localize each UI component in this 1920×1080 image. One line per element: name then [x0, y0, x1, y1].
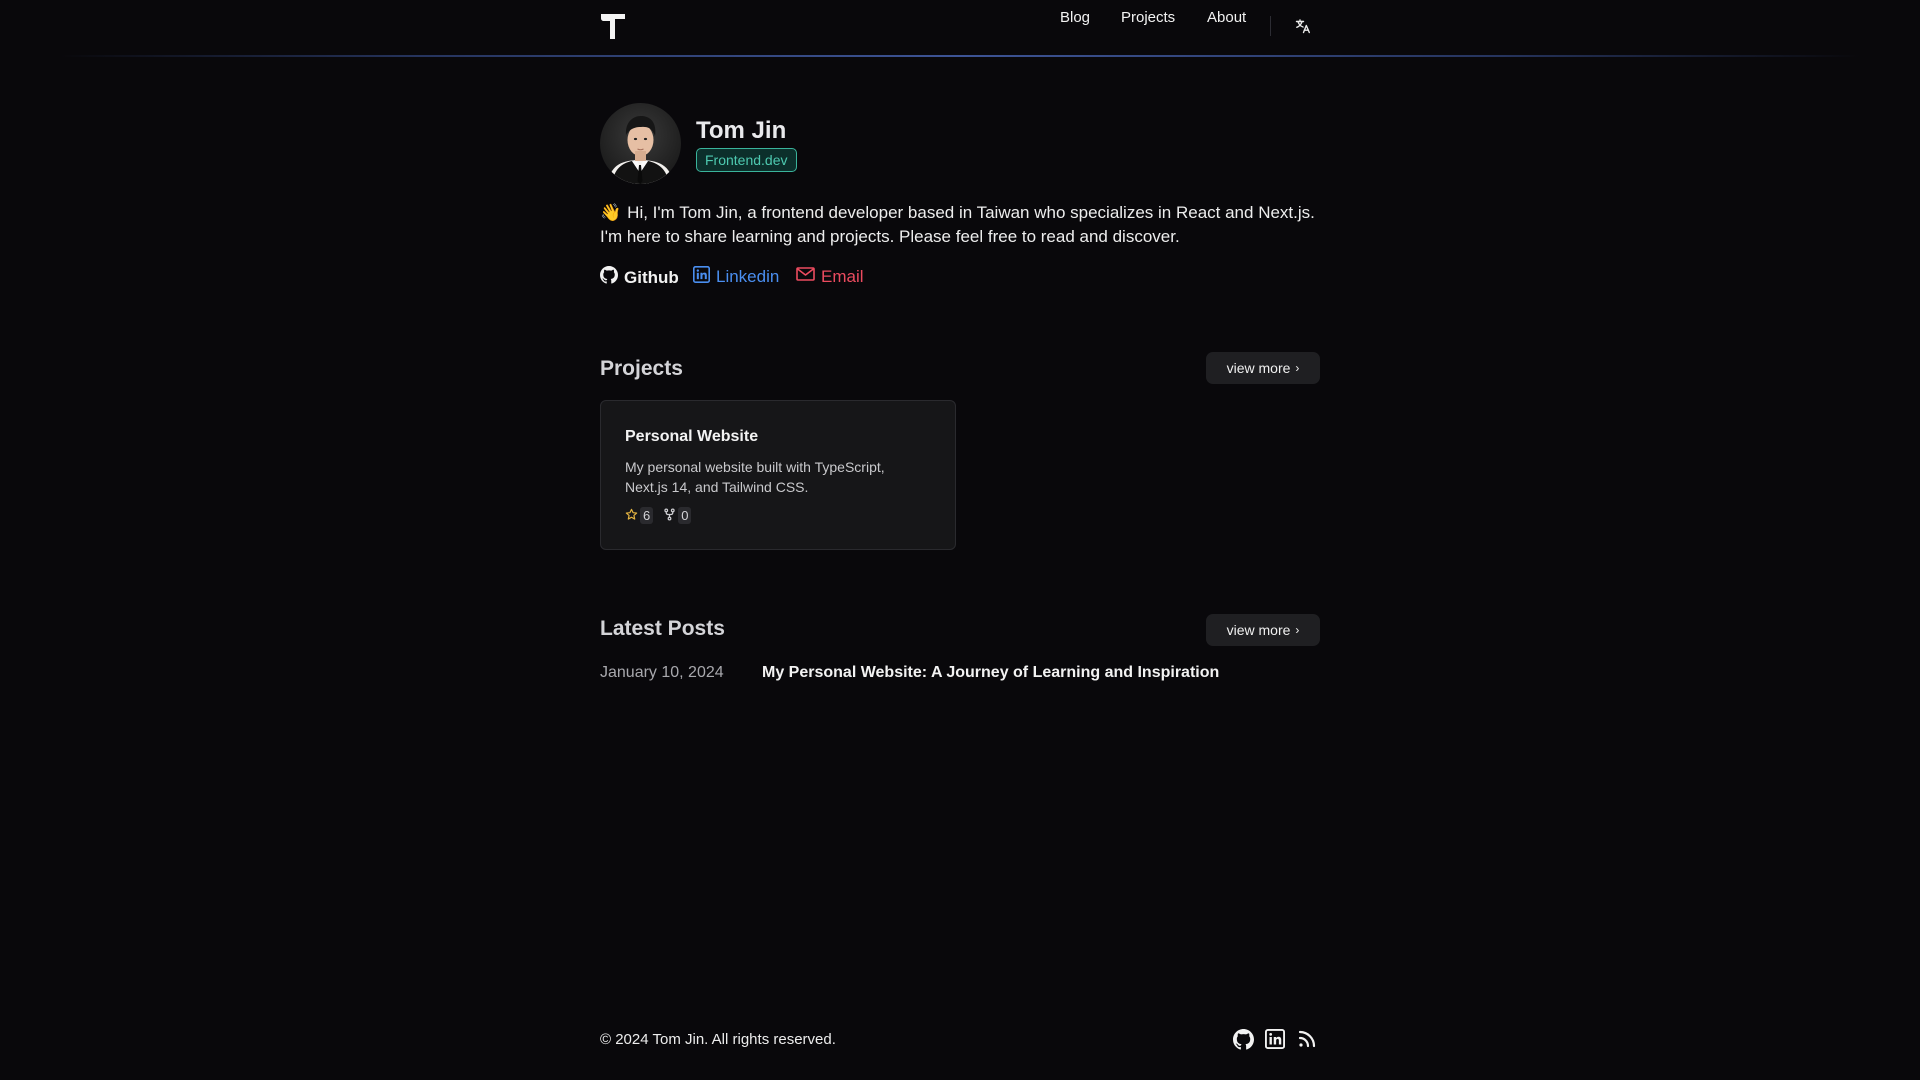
- linkedin-link-label: Linkedin: [716, 267, 780, 286]
- github-link[interactable]: Github: [600, 266, 679, 289]
- posts-view-more-label: view more: [1226, 622, 1291, 638]
- linkedin-icon[interactable]: [1264, 1028, 1286, 1050]
- star-count: 6: [640, 507, 654, 524]
- top-navigation-bar: Blog Projects About: [0, 0, 1920, 57]
- avatar: [600, 103, 681, 184]
- github-icon: [600, 266, 624, 289]
- t-logo-icon: [600, 13, 625, 44]
- star-icon: [625, 508, 638, 524]
- fork-icon: [663, 508, 676, 524]
- site-logo[interactable]: [600, 13, 625, 44]
- post-date: January 10, 2024: [600, 664, 724, 681]
- nav-link-about[interactable]: About: [1207, 9, 1246, 26]
- intro-paragraph: 👋 Hi, I'm Tom Jin, a frontend developer b…: [600, 201, 1320, 249]
- nav-link-blog[interactable]: Blog: [1060, 9, 1090, 26]
- rss-icon[interactable]: [1296, 1028, 1318, 1050]
- github-icon[interactable]: [1232, 1028, 1254, 1050]
- projects-view-more-button[interactable]: view more ›: [1206, 352, 1320, 384]
- projects-view-more-label: view more: [1226, 360, 1291, 376]
- latest-posts-section-title: Latest Posts: [600, 617, 725, 640]
- project-stats: 6 0: [625, 507, 701, 524]
- header-divider-glow: [60, 55, 1860, 57]
- post-title-link[interactable]: My Personal Website: A Journey of Learni…: [762, 664, 1219, 682]
- nav-divider: [1270, 16, 1271, 36]
- github-link-label: Github: [624, 267, 679, 287]
- fork-count: 0: [678, 507, 692, 524]
- posts-view-more-button[interactable]: view more ›: [1206, 614, 1320, 646]
- role-badge: Frontend.dev: [696, 148, 797, 172]
- email-link[interactable]: Email: [796, 266, 864, 287]
- nav-link-projects[interactable]: Projects: [1121, 9, 1175, 26]
- wave-emoji: 👋: [600, 203, 622, 222]
- chevron-right-icon: ›: [1295, 361, 1300, 375]
- profile-name: Tom Jin: [696, 117, 787, 144]
- mail-icon: [796, 266, 821, 287]
- project-card[interactable]: Personal Website My personal website bui…: [600, 400, 956, 550]
- translate-icon[interactable]: [1294, 17, 1312, 35]
- projects-section-title: Projects: [600, 357, 683, 380]
- footer-copyright: © 2024 Tom Jin. All rights reserved.: [600, 1031, 836, 1048]
- project-stars: 6: [625, 507, 654, 524]
- project-forks: 0: [663, 507, 692, 524]
- project-description: My personal website built with TypeScrip…: [625, 459, 885, 495]
- chevron-right-icon: ›: [1295, 623, 1300, 637]
- linkedin-icon: [693, 266, 716, 288]
- linkedin-link[interactable]: Linkedin: [693, 266, 779, 288]
- email-link-label: Email: [821, 266, 864, 286]
- intro-text: Hi, I'm Tom Jin, a frontend developer ba…: [600, 203, 1315, 246]
- project-title: Personal Website: [625, 428, 759, 445]
